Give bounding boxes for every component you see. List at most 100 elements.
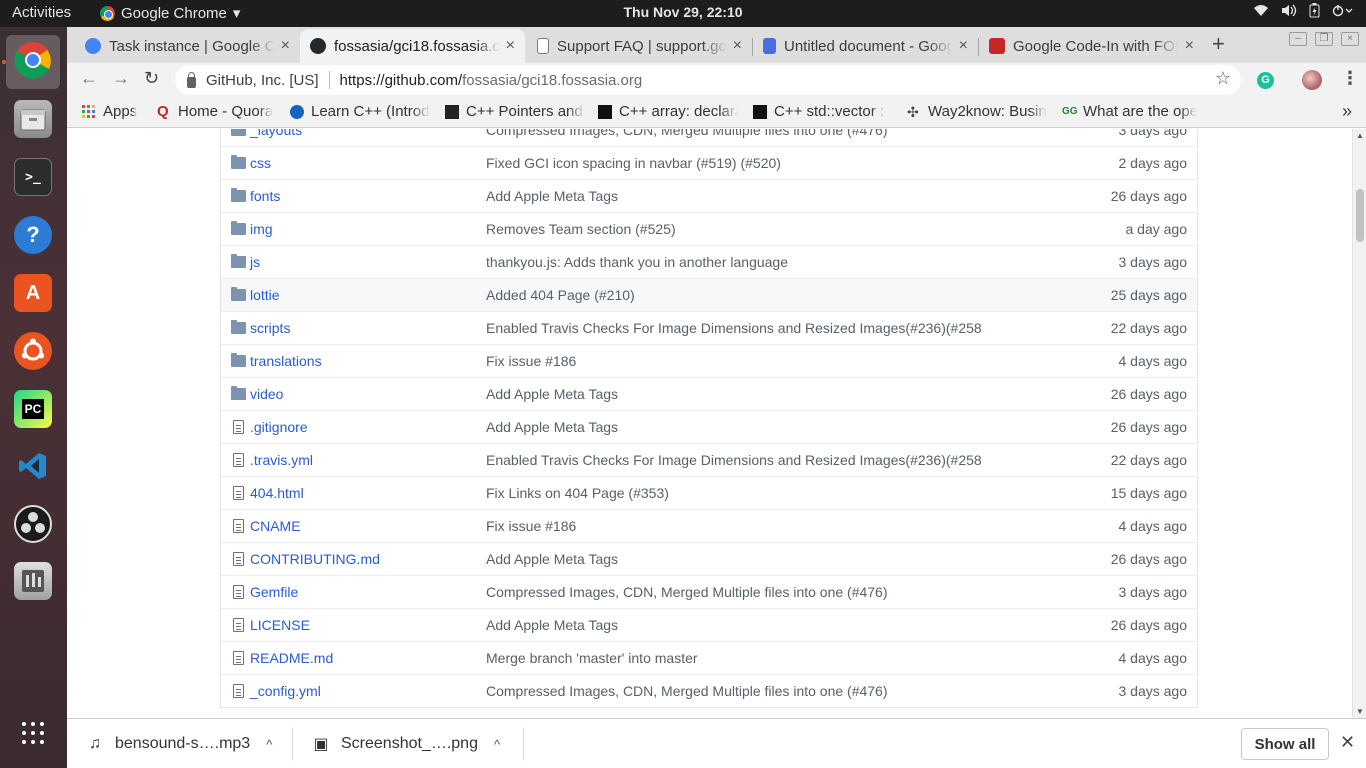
file-row[interactable]: Gemfile Compressed Images, CDN, Merged Mu… [221,575,1197,608]
close-icon[interactable]: × [506,37,515,55]
file-row[interactable]: .travis.yml Enabled Travis Checks For Ima… [221,443,1197,476]
file-name-link[interactable]: scripts [250,320,290,336]
bookmark-learn-cpp[interactable]: Learn C++ (Introduction) [290,103,430,120]
software-center-dock-icon[interactable]: A [14,274,52,312]
bookmark-cpp-pointers[interactable]: C++ Pointers and References [445,103,585,120]
scroll-up-icon[interactable]: ▲ [1356,131,1364,140]
terminal-dock-icon[interactable]: >_ [14,158,52,196]
close-shelf-icon[interactable]: ✕ [1340,732,1355,753]
pycharm-dock-icon[interactable]: PC [14,390,52,428]
show-applications-icon[interactable] [14,714,52,752]
file-name-link[interactable]: fonts [250,188,280,204]
commit-message-link[interactable]: Add Apple Meta Tags [486,188,618,204]
maximize-window-icon[interactable]: ❐ [1315,32,1333,46]
obs-dock-icon[interactable] [14,505,52,543]
scroll-down-icon[interactable]: ▼ [1356,707,1364,716]
file-name-link[interactable]: video [250,386,283,402]
commit-message-link[interactable]: Fix issue #186 [486,518,576,534]
bookmark-quora[interactable]: Q Home - Quora [157,103,277,120]
close-icon[interactable]: × [733,37,742,55]
file-row[interactable]: scripts Enabled Travis Checks For Image D… [221,311,1197,344]
commit-message-link[interactable]: Fix Links on 404 Page (#353) [486,485,669,501]
file-row[interactable]: lottie Added 404 Page (#210) 25 days ago [221,278,1197,311]
system-tray[interactable] [1253,3,1354,21]
file-name-link[interactable]: lottie [250,287,280,303]
file-row[interactable]: .gitignore Add Apple Meta Tags 26 days ago [221,410,1197,443]
tab-fossasia-github[interactable]: fossasia/gci18.fossasia.org × [300,29,525,63]
close-window-icon[interactable]: × [1341,32,1359,46]
commit-message-link[interactable]: Add Apple Meta Tags [486,617,618,633]
file-row[interactable]: css Fixed GCI icon spacing in navbar (#51… [221,146,1197,179]
commit-message-link[interactable]: Compressed Images, CDN, Merged Multiple … [486,584,888,600]
files-dock-icon[interactable] [14,100,52,138]
minimize-window-icon[interactable]: – [1289,32,1307,46]
help-dock-icon[interactable]: ? [14,216,52,254]
bookmark-cpp-vector[interactable]: C++ std::vector : declaration [753,103,888,120]
file-row[interactable]: 404.html Fix Links on 404 Page (#353) 15 d… [221,476,1197,509]
file-name-link[interactable]: .travis.yml [250,452,313,468]
download-item-png[interactable]: ▣ Screenshot_….png ^ [313,719,500,768]
bookmark-star-icon[interactable]: ☆ [1215,68,1231,89]
file-name-link[interactable]: README.md [250,650,333,666]
close-icon[interactable]: × [959,37,968,55]
reload-icon[interactable]: ↻ [144,68,159,89]
clock[interactable]: Thu Nov 29, 22:10 [0,4,1366,20]
file-row[interactable]: translations Fix issue #186 4 days ago [221,344,1197,377]
vertical-scrollbar[interactable]: ▲ ▼ [1352,129,1366,718]
more-bookmarks-icon[interactable]: » [1342,101,1352,122]
file-name-link[interactable]: 404.html [250,485,304,501]
tab-support-faq[interactable]: Support FAQ | support.google.com × [527,29,752,63]
commit-message-link[interactable]: Fix issue #186 [486,353,576,369]
bookmark-way2know[interactable]: ✣ Way2know: Business [907,103,1047,120]
file-row[interactable]: js thankyou.js: Adds thank you in another… [221,245,1197,278]
tab-google-code-in[interactable]: Google Code-In with FOSSASIA × [979,29,1204,63]
file-name-link[interactable]: .gitignore [250,419,308,435]
file-row[interactable]: fonts Add Apple Meta Tags 26 days ago [221,179,1197,212]
commit-message-link[interactable]: Enabled Travis Checks For Image Dimensio… [486,452,982,468]
chrome-dock-icon[interactable] [14,41,52,79]
commit-message-link[interactable]: Removes Team section (#525) [486,221,676,237]
commit-message-link[interactable]: Add Apple Meta Tags [486,419,618,435]
file-row[interactable]: LICENSE Add Apple Meta Tags 26 days ago [221,608,1197,641]
site-identity[interactable]: GitHub, Inc. [US] [206,72,319,89]
commit-message-link[interactable]: Fixed GCI icon spacing in navbar (#519) … [486,155,781,171]
new-tab-button[interactable]: + [1212,31,1225,57]
forward-arrow-icon[interactable]: → [112,68,130,89]
address-bar[interactable]: GitHub, Inc. [US] https://github.com/fos… [175,65,1241,95]
back-arrow-icon[interactable]: ← [80,68,98,89]
file-name-link[interactable]: _layouts [250,129,302,138]
file-name-link[interactable]: css [250,155,271,171]
ubuntu-settings-dock-icon[interactable] [14,332,52,370]
commit-message-link[interactable]: Compressed Images, CDN, Merged Multiple … [486,683,888,699]
commit-message-link[interactable]: Merge branch 'master' into master [486,650,698,666]
commit-message-link[interactable]: Compressed Images, CDN, Merged Multiple … [486,129,888,138]
tab-task-instance[interactable]: Task instance | Google Code-In × [75,29,300,63]
commit-message-link[interactable]: Added 404 Page (#210) [486,287,635,303]
commit-message-link[interactable]: Enabled Travis Checks For Image Dimensio… [486,320,982,336]
file-name-link[interactable]: LICENSE [250,617,310,633]
file-row[interactable]: video Add Apple Meta Tags 26 days ago [221,377,1197,410]
scrollbar-thumb[interactable] [1356,189,1364,242]
chrome-menu-icon[interactable]: ⋮ [1341,68,1359,89]
file-name-link[interactable]: CNAME [250,518,301,534]
file-name-link[interactable]: Gemfile [250,584,298,600]
commit-message-link[interactable]: Add Apple Meta Tags [486,386,618,402]
vscode-dock-icon[interactable] [14,447,52,485]
chevron-up-icon[interactable]: ^ [494,737,500,752]
commit-message-link[interactable]: thankyou.js: Adds thank you in another l… [486,254,788,270]
chevron-up-icon[interactable]: ^ [266,737,272,752]
tab-untitled-document[interactable]: Untitled document - Google Docs × [753,29,978,63]
mixer-dock-icon[interactable] [14,562,52,600]
file-row[interactable]: img Removes Team section (#525) a day ago [221,212,1197,245]
profile-avatar[interactable] [1302,70,1322,90]
file-name-link[interactable]: CONTRIBUTING.md [250,551,380,567]
bookmark-apps[interactable]: Apps [82,103,137,120]
file-row[interactable]: _config.yml Compressed Images, CDN, Merge… [221,674,1197,707]
commit-message-link[interactable]: Add Apple Meta Tags [486,551,618,567]
show-all-downloads-button[interactable]: Show all [1241,728,1329,760]
file-name-link[interactable]: translations [250,353,322,369]
file-name-link[interactable]: _config.yml [250,683,321,699]
file-name-link[interactable]: js [250,254,260,270]
grammarly-extension-icon[interactable]: G [1257,72,1274,89]
close-icon[interactable]: × [281,37,290,55]
